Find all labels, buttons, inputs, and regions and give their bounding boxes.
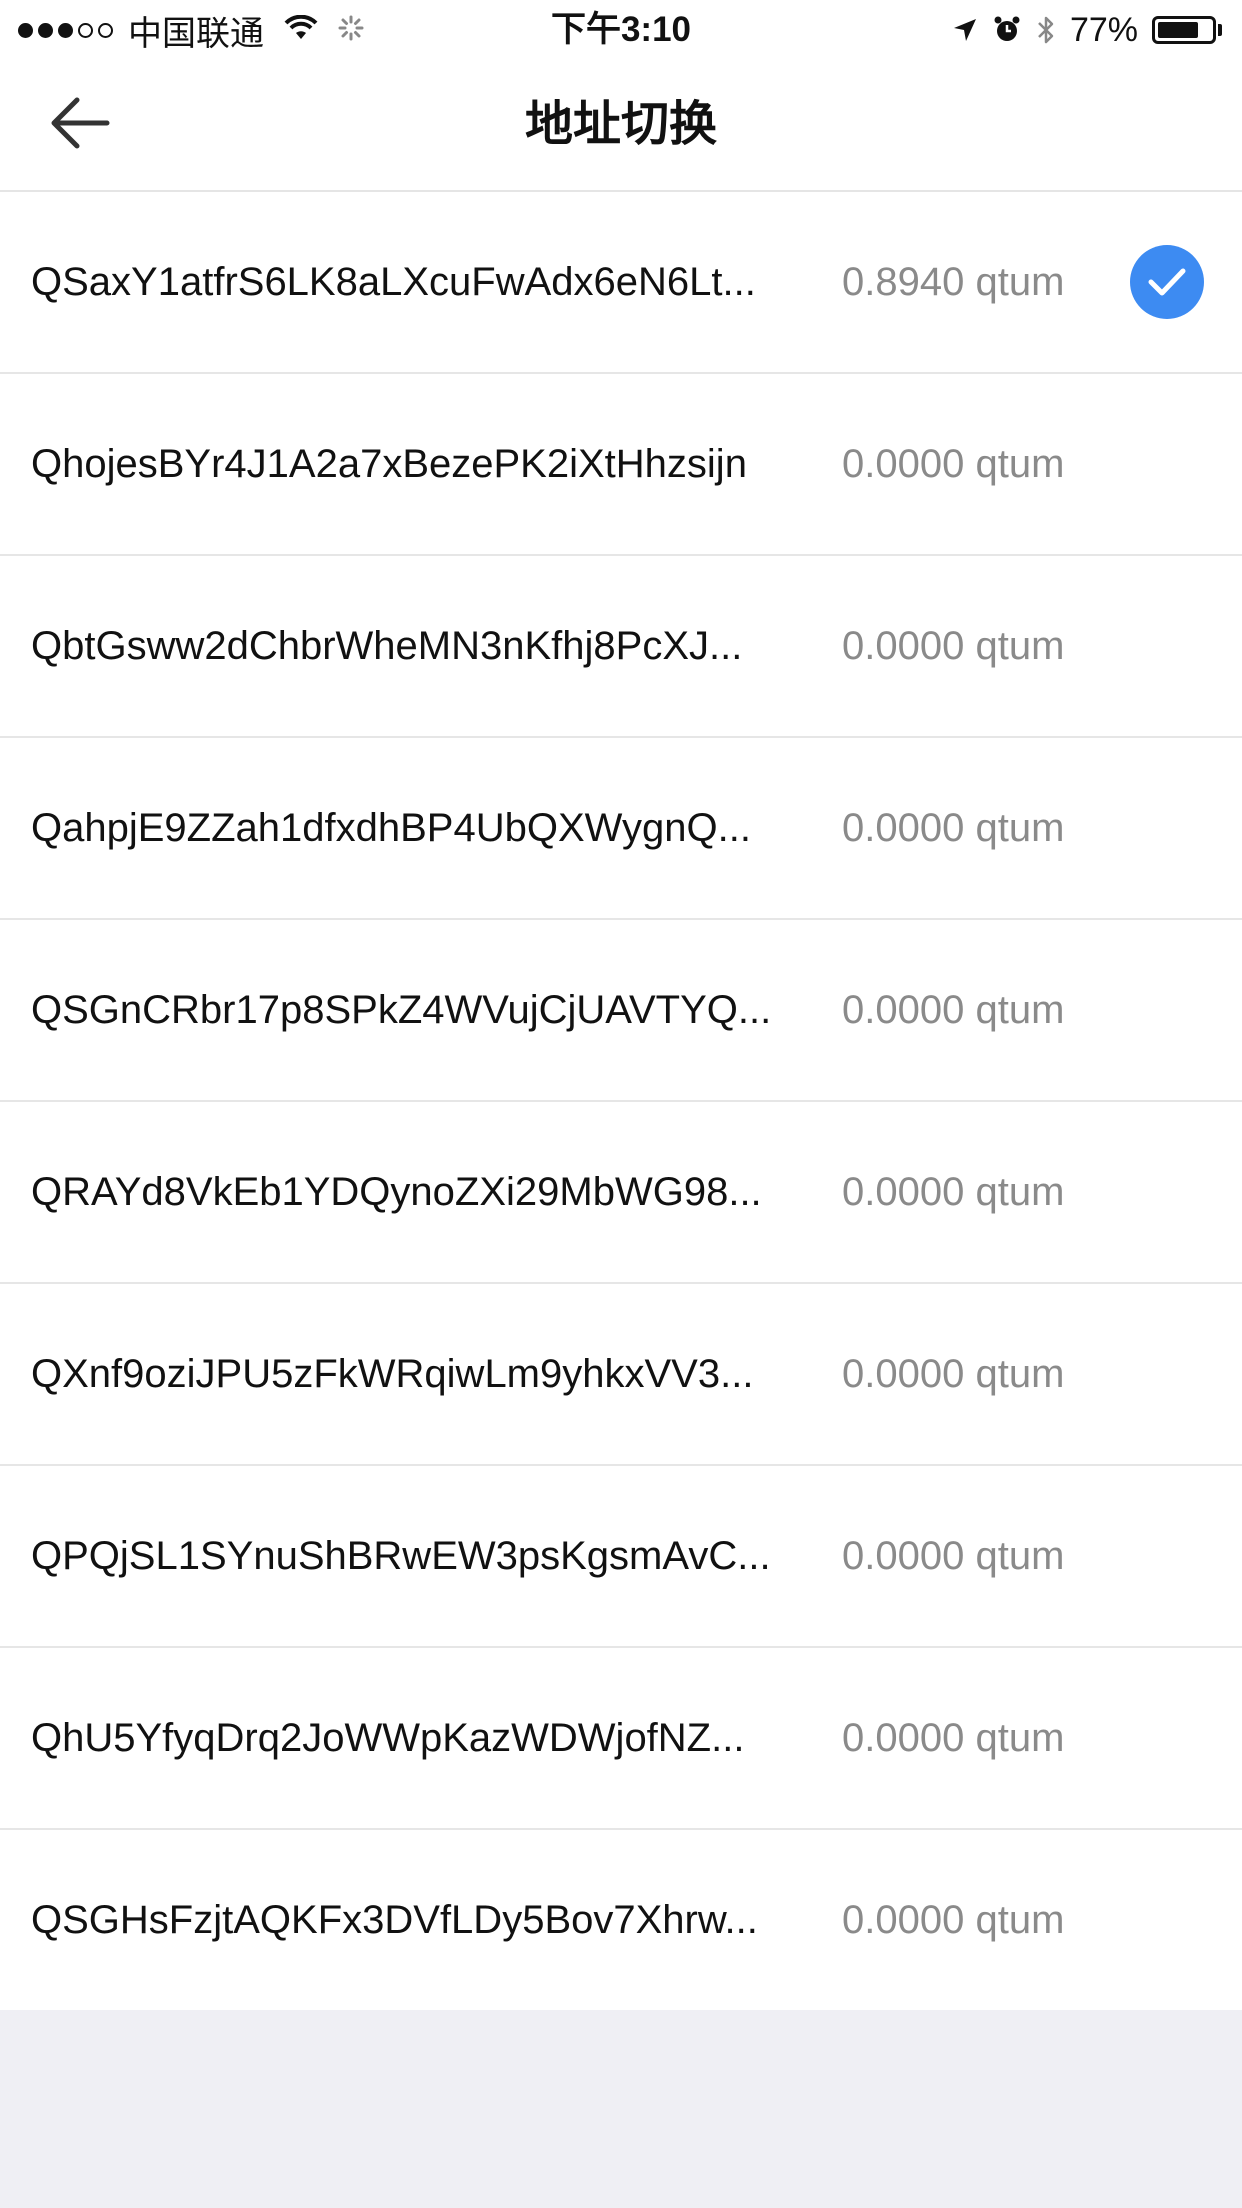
address-text: QhojesBYr4J1A2a7xBezePK2iXtHhzsijn bbox=[31, 442, 747, 486]
battery-icon bbox=[1152, 16, 1222, 44]
status-right: 77% bbox=[938, 8, 1222, 52]
address-text: QPQjSL1SYnuShBRwEW3psKgsmAvC... bbox=[31, 1534, 771, 1578]
balance-text: 0.0000 qtum bbox=[842, 1352, 1065, 1396]
address-row[interactable]: QhojesBYr4J1A2a7xBezePK2iXtHhzsijn 0.0000… bbox=[0, 374, 1242, 556]
address-row[interactable]: QSGHsFzjtAQKFx3DVfLDy5Bov7Xhrw... 0.0000 … bbox=[0, 1830, 1242, 2010]
address-list: QSaxY1atfrS6LK8aLXcuFwAdx6eN6Lt... 0.8940… bbox=[0, 192, 1242, 2010]
balance-text: 0.0000 qtum bbox=[842, 988, 1065, 1032]
arrow-left-icon bbox=[51, 97, 110, 149]
alarm-clock-icon bbox=[992, 15, 1022, 45]
address-row[interactable]: QXnf9oziJPU5zFkWRqiwLm9yhkxVV3... 0.0000 … bbox=[0, 1284, 1242, 1466]
navigation-bar: 地址切换 bbox=[0, 60, 1242, 192]
page-title: 地址切换 bbox=[524, 98, 717, 151]
battery-fill bbox=[1158, 22, 1199, 38]
address-text: QahpjE9ZZah1dfxdhBP4UbQXWygnQ... bbox=[31, 806, 751, 850]
address-row[interactable]: QSaxY1atfrS6LK8aLXcuFwAdx6eN6Lt... 0.8940… bbox=[0, 192, 1242, 374]
address-row[interactable]: QhU5YfyqDrq2JoWWpKazWDWjofNZ... 0.0000 qt… bbox=[0, 1648, 1242, 1830]
address-row[interactable]: QSGnCRbr17p8SPkZ4WVujCjUAVTYQ... 0.0000 q… bbox=[0, 920, 1242, 1102]
balance-text: 0.0000 qtum bbox=[842, 1534, 1065, 1578]
balance-text: 0.0000 qtum bbox=[842, 1898, 1065, 1942]
address-text: QSGnCRbr17p8SPkZ4WVujCjUAVTYQ... bbox=[31, 988, 772, 1032]
balance-text: 0.0000 qtum bbox=[842, 1716, 1065, 1760]
address-text: QRAYd8VkEb1YDQynoZXi29MbWG98... bbox=[31, 1170, 762, 1214]
address-row[interactable]: QahpjE9ZZah1dfxdhBP4UbQXWygnQ... 0.0000 q… bbox=[0, 738, 1242, 920]
balance-text: 0.0000 qtum bbox=[842, 1170, 1065, 1214]
address-row[interactable]: QRAYd8VkEb1YDQynoZXi29MbWG98... 0.0000 qt… bbox=[0, 1102, 1242, 1284]
address-row[interactable]: QPQjSL1SYnuShBRwEW3psKgsmAvC... 0.0000 qt… bbox=[0, 1466, 1242, 1648]
address-text: QSGHsFzjtAQKFx3DVfLDy5Bov7Xhrw... bbox=[31, 1898, 758, 1942]
bluetooth-icon bbox=[1036, 14, 1056, 46]
location-arrow-icon bbox=[952, 17, 978, 43]
address-text: QXnf9oziJPU5zFkWRqiwLm9yhkxVV3... bbox=[31, 1352, 754, 1396]
balance-text: 0.0000 qtum bbox=[842, 806, 1065, 850]
address-row[interactable]: QbtGsww2dChbrWheMN3nKfhj8PcXJ... 0.0000 q… bbox=[0, 556, 1242, 738]
balance-text: 0.0000 qtum bbox=[842, 624, 1065, 668]
status-bar: 中国联通 下午3:10 77% bbox=[0, 0, 1242, 60]
back-button[interactable] bbox=[40, 88, 120, 158]
address-text: QSaxY1atfrS6LK8aLXcuFwAdx6eN6Lt... bbox=[31, 260, 756, 304]
balance-text: 0.8940 qtum bbox=[842, 260, 1065, 304]
address-text: QbtGsww2dChbrWheMN3nKfhj8PcXJ... bbox=[31, 624, 743, 668]
battery-percent: 77% bbox=[1069, 10, 1138, 49]
address-text: QhU5YfyqDrq2JoWWpKazWDWjofNZ... bbox=[31, 1716, 745, 1760]
checkmark-icon bbox=[1130, 245, 1204, 319]
balance-text: 0.0000 qtum bbox=[842, 442, 1065, 486]
